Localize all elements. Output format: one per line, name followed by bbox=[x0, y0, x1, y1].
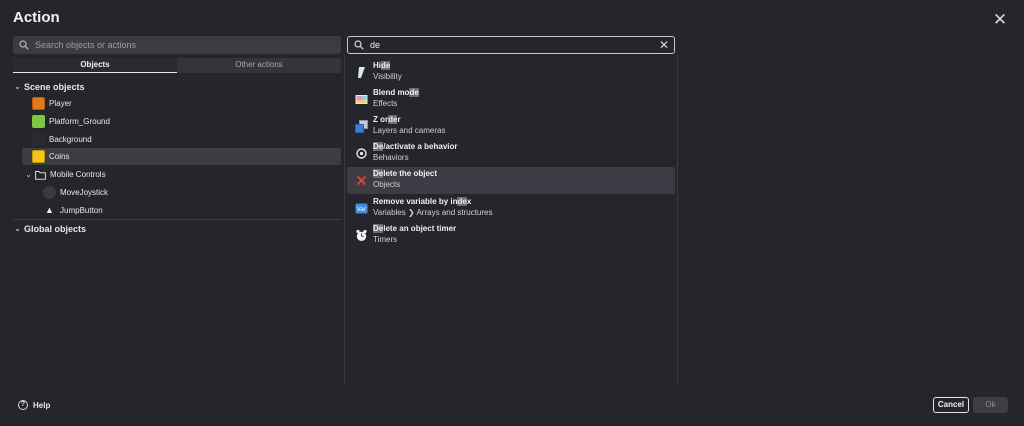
action-result-delete-object[interactable]: Delete the object Objects bbox=[347, 167, 675, 194]
dialog-title: Action bbox=[13, 9, 60, 26]
timer-icon bbox=[356, 229, 367, 241]
help-icon: ? bbox=[18, 400, 28, 410]
result-subtitle: Layers and cameras bbox=[373, 126, 446, 135]
action-search-input[interactable] bbox=[370, 40, 650, 50]
tree-item-label: Player bbox=[49, 99, 72, 108]
action-result-blend-mode[interactable]: Blend mode Effects bbox=[347, 86, 675, 113]
result-subtitle: Variables ❯ Arrays and structures bbox=[373, 208, 493, 217]
delete-icon bbox=[356, 175, 367, 186]
ok-button[interactable]: Ok bbox=[973, 397, 1008, 413]
svg-text:Var: Var bbox=[357, 206, 367, 213]
tree-item-movejoystick[interactable]: MoveJoystick bbox=[43, 184, 341, 201]
scene-objects-header[interactable]: ⌄ Scene objects bbox=[13, 78, 341, 95]
search-icon bbox=[354, 40, 364, 50]
z-order-icon bbox=[355, 120, 368, 133]
tree-item-label: JumpButton bbox=[60, 206, 103, 215]
chevron-down-icon: ⌄ bbox=[25, 170, 32, 179]
action-result-z-order[interactable]: Z order Layers and cameras bbox=[347, 113, 675, 140]
background-icon bbox=[32, 133, 45, 146]
tree-item-coins[interactable]: Coins bbox=[22, 148, 341, 165]
cancel-button[interactable]: Cancel bbox=[933, 397, 969, 413]
behavior-icon bbox=[356, 148, 367, 159]
global-objects-header[interactable]: ⌄ Global objects bbox=[13, 220, 341, 237]
column-divider bbox=[677, 55, 678, 383]
tree-item-platform-ground[interactable]: Platform_Ground bbox=[32, 113, 341, 130]
variable-icon: Var bbox=[355, 203, 368, 214]
object-search-input[interactable] bbox=[35, 40, 325, 50]
tree-item-player[interactable]: Player bbox=[32, 95, 341, 112]
global-objects-label: Global objects bbox=[24, 223, 87, 234]
coin-sprite-icon bbox=[32, 150, 45, 163]
result-title: Blend mode bbox=[373, 88, 419, 97]
help-label: Help bbox=[33, 400, 51, 410]
help-link[interactable]: ? Help bbox=[18, 400, 50, 410]
tree-item-label: Platform_Ground bbox=[49, 117, 110, 126]
search-icon bbox=[19, 40, 29, 50]
folder-icon bbox=[35, 170, 46, 180]
clear-search-icon[interactable]: ✕ bbox=[659, 38, 669, 52]
hide-icon bbox=[358, 67, 365, 78]
action-result-delete-object-timer[interactable]: Delete an object timer Timers bbox=[347, 222, 675, 249]
result-subtitle: Effects bbox=[373, 99, 398, 108]
result-title: Hide bbox=[373, 61, 391, 70]
tree-item-label: Background bbox=[49, 135, 92, 144]
result-title: Remove variable by index bbox=[373, 197, 472, 206]
player-sprite-icon bbox=[32, 97, 45, 110]
platform-ground-icon bbox=[32, 115, 45, 128]
column-divider bbox=[344, 55, 345, 383]
scene-objects-label: Scene objects bbox=[24, 81, 85, 92]
blend-mode-icon bbox=[355, 95, 368, 104]
tree-item-jumpbutton[interactable]: ▲ JumpButton bbox=[43, 202, 341, 219]
arrow-up-icon: ▲ bbox=[45, 205, 54, 215]
action-result-remove-variable-by-index[interactable]: Var Remove variable by index Variables ❯… bbox=[347, 195, 675, 222]
close-icon[interactable]: ✕ bbox=[991, 11, 1009, 29]
action-result-hide[interactable]: Hide Visibility bbox=[347, 59, 675, 86]
tree-item-label: MoveJoystick bbox=[60, 188, 109, 197]
result-subtitle: Timers bbox=[373, 235, 398, 244]
folder-label: Mobile Controls bbox=[50, 170, 106, 179]
result-title: De/activate a behavior bbox=[373, 142, 458, 151]
result-subtitle: Objects bbox=[373, 180, 401, 189]
object-search-field[interactable] bbox=[13, 36, 341, 54]
chevron-down-icon: ⌄ bbox=[14, 224, 21, 233]
tab-other-actions[interactable]: Other actions bbox=[177, 58, 341, 73]
chevron-down-icon: ⌄ bbox=[14, 82, 21, 91]
tree-folder-mobile-controls[interactable]: ⌄ Mobile Controls bbox=[24, 166, 341, 183]
tab-bar: Objects Other actions bbox=[13, 58, 341, 73]
joystick-icon bbox=[43, 186, 56, 199]
result-subtitle: Behaviors bbox=[373, 153, 409, 162]
tab-objects[interactable]: Objects bbox=[13, 58, 177, 73]
result-subtitle: Visibility bbox=[373, 72, 402, 81]
result-title: Delete the object bbox=[373, 169, 438, 178]
action-result-deactivate-behavior[interactable]: De/activate a behavior Behaviors bbox=[347, 140, 675, 167]
tree-item-label: Coins bbox=[49, 152, 70, 161]
action-search-field[interactable]: ✕ bbox=[347, 36, 675, 54]
result-title: Delete an object timer bbox=[373, 224, 457, 233]
tree-item-background[interactable]: Background bbox=[32, 131, 341, 148]
action-dialog: Action ✕ Objects Other actions ⌄ Scene o… bbox=[0, 0, 1024, 426]
result-title: Z order bbox=[373, 115, 401, 124]
